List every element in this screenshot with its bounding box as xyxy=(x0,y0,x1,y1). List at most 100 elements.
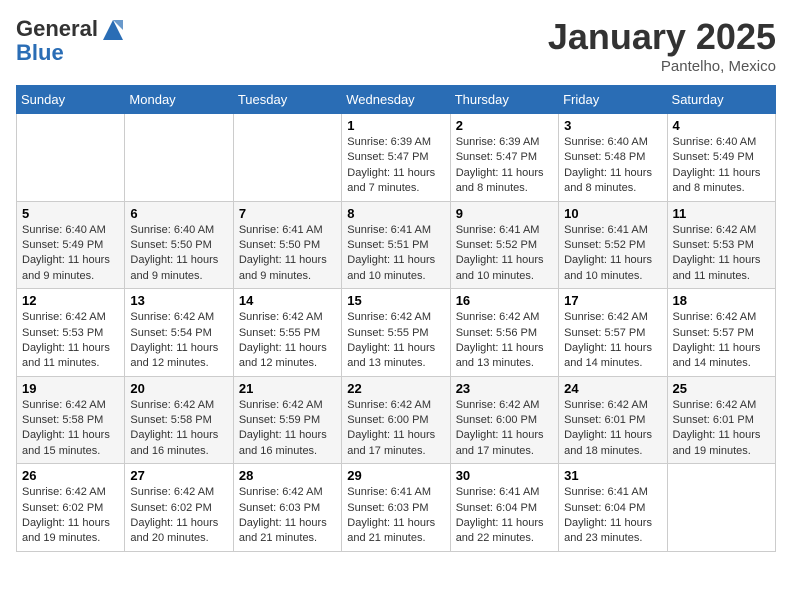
day-info: Sunrise: 6:40 AMSunset: 5:49 PMDaylight:… xyxy=(22,223,119,285)
calendar-cell: 3 Sunrise: 6:40 AMSunset: 5:48 PMDaylight… xyxy=(559,114,667,202)
day-info: Sunrise: 6:41 AMSunset: 5:52 PMDaylight:… xyxy=(456,223,553,285)
col-header-tuesday: Tuesday xyxy=(233,86,341,114)
col-header-saturday: Saturday xyxy=(667,86,775,114)
day-info: Sunrise: 6:42 AMSunset: 5:58 PMDaylight:… xyxy=(130,398,227,460)
calendar-cell xyxy=(125,114,233,202)
day-number: 26 xyxy=(22,468,119,483)
calendar-cell: 12 Sunrise: 6:42 AMSunset: 5:53 PMDayligh… xyxy=(17,289,125,377)
day-info: Sunrise: 6:42 AMSunset: 5:55 PMDaylight:… xyxy=(239,310,336,372)
calendar-cell: 15 Sunrise: 6:42 AMSunset: 5:55 PMDayligh… xyxy=(342,289,450,377)
calendar-cell: 17Sunrise: 6:42 AMSunset: 5:57 PMDayligh… xyxy=(559,289,667,377)
calendar-cell: 19Sunrise: 6:42 AMSunset: 5:58 PMDayligh… xyxy=(17,376,125,464)
day-number: 12 xyxy=(22,293,119,308)
calendar-cell: 4 Sunrise: 6:40 AMSunset: 5:49 PMDaylight… xyxy=(667,114,775,202)
day-number: 3 xyxy=(564,118,661,133)
day-number: 10 xyxy=(564,206,661,221)
day-number: 23 xyxy=(456,381,553,396)
calendar-cell: 18 Sunrise: 6:42 AMSunset: 5:57 PMDayligh… xyxy=(667,289,775,377)
calendar-cell: 22 Sunrise: 6:42 AMSunset: 6:00 PMDayligh… xyxy=(342,376,450,464)
calendar-week-row: 1 Sunrise: 6:39 AMSunset: 5:47 PMDaylight… xyxy=(17,114,776,202)
calendar-cell: 5Sunrise: 6:40 AMSunset: 5:49 PMDaylight… xyxy=(17,201,125,289)
title-block: January 2025 Pantelho, Mexico xyxy=(548,16,776,75)
month-title: January 2025 xyxy=(548,16,776,58)
day-number: 27 xyxy=(130,468,227,483)
day-info: Sunrise: 6:39 AMSunset: 5:47 PMDaylight:… xyxy=(456,135,553,197)
calendar-week-row: 19Sunrise: 6:42 AMSunset: 5:58 PMDayligh… xyxy=(17,376,776,464)
day-number: 28 xyxy=(239,468,336,483)
calendar-cell: 26 Sunrise: 6:42 AMSunset: 6:02 PMDayligh… xyxy=(17,464,125,552)
calendar-cell: 7Sunrise: 6:41 AMSunset: 5:50 PMDaylight… xyxy=(233,201,341,289)
day-number: 25 xyxy=(673,381,770,396)
day-info: Sunrise: 6:42 AMSunset: 6:00 PMDaylight:… xyxy=(456,398,553,460)
calendar-cell: 29 Sunrise: 6:41 AMSunset: 6:03 PMDayligh… xyxy=(342,464,450,552)
day-info: Sunrise: 6:40 AMSunset: 5:50 PMDaylight:… xyxy=(130,223,227,285)
calendar-cell xyxy=(667,464,775,552)
logo-general: General xyxy=(16,16,98,41)
day-info: Sunrise: 6:42 AMSunset: 5:53 PMDaylight:… xyxy=(22,310,119,372)
day-number: 31 xyxy=(564,468,661,483)
day-info: Sunrise: 6:39 AMSunset: 5:47 PMDaylight:… xyxy=(347,135,444,197)
day-info: Sunrise: 6:42 AMSunset: 5:59 PMDaylight:… xyxy=(239,398,336,460)
calendar-cell: 10 Sunrise: 6:41 AMSunset: 5:52 PMDayligh… xyxy=(559,201,667,289)
logo-icon xyxy=(99,16,127,44)
day-info: Sunrise: 6:41 AMSunset: 6:04 PMDaylight:… xyxy=(456,485,553,547)
day-number: 16 xyxy=(456,293,553,308)
day-info: Sunrise: 6:42 AMSunset: 5:53 PMDaylight:… xyxy=(673,223,770,285)
day-number: 9 xyxy=(456,206,553,221)
calendar-cell xyxy=(233,114,341,202)
calendar-cell: 21 Sunrise: 6:42 AMSunset: 5:59 PMDayligh… xyxy=(233,376,341,464)
day-info: Sunrise: 6:42 AMSunset: 5:58 PMDaylight:… xyxy=(22,398,119,460)
calendar-cell: 14 Sunrise: 6:42 AMSunset: 5:55 PMDayligh… xyxy=(233,289,341,377)
day-number: 1 xyxy=(347,118,444,133)
day-info: Sunrise: 6:42 AMSunset: 6:02 PMDaylight:… xyxy=(130,485,227,547)
calendar-cell: 20 Sunrise: 6:42 AMSunset: 5:58 PMDayligh… xyxy=(125,376,233,464)
day-number: 29 xyxy=(347,468,444,483)
calendar-cell: 24Sunrise: 6:42 AMSunset: 6:01 PMDayligh… xyxy=(559,376,667,464)
calendar-cell: 9 Sunrise: 6:41 AMSunset: 5:52 PMDaylight… xyxy=(450,201,558,289)
calendar-cell: 13 Sunrise: 6:42 AMSunset: 5:54 PMDayligh… xyxy=(125,289,233,377)
day-info: Sunrise: 6:42 AMSunset: 6:00 PMDaylight:… xyxy=(347,398,444,460)
day-info: Sunrise: 6:42 AMSunset: 5:57 PMDaylight:… xyxy=(564,310,661,372)
day-number: 24 xyxy=(564,381,661,396)
day-number: 22 xyxy=(347,381,444,396)
day-info: Sunrise: 6:40 AMSunset: 5:48 PMDaylight:… xyxy=(564,135,661,197)
day-number: 4 xyxy=(673,118,770,133)
day-info: Sunrise: 6:42 AMSunset: 5:57 PMDaylight:… xyxy=(673,310,770,372)
calendar-cell: 31 Sunrise: 6:41 AMSunset: 6:04 PMDayligh… xyxy=(559,464,667,552)
day-info: Sunrise: 6:42 AMSunset: 6:01 PMDaylight:… xyxy=(673,398,770,460)
day-info: Sunrise: 6:42 AMSunset: 6:03 PMDaylight:… xyxy=(239,485,336,547)
col-header-thursday: Thursday xyxy=(450,86,558,114)
logo: General Blue xyxy=(16,16,128,66)
day-number: 18 xyxy=(673,293,770,308)
calendar-cell: 25 Sunrise: 6:42 AMSunset: 6:01 PMDayligh… xyxy=(667,376,775,464)
calendar-cell: 8Sunrise: 6:41 AMSunset: 5:51 PMDaylight… xyxy=(342,201,450,289)
day-number: 15 xyxy=(347,293,444,308)
day-info: Sunrise: 6:41 AMSunset: 6:04 PMDaylight:… xyxy=(564,485,661,547)
day-number: 2 xyxy=(456,118,553,133)
calendar-cell: 2 Sunrise: 6:39 AMSunset: 5:47 PMDaylight… xyxy=(450,114,558,202)
calendar-week-row: 5Sunrise: 6:40 AMSunset: 5:49 PMDaylight… xyxy=(17,201,776,289)
calendar-header-row: SundayMondayTuesdayWednesdayThursdayFrid… xyxy=(17,86,776,114)
day-info: Sunrise: 6:41 AMSunset: 5:51 PMDaylight:… xyxy=(347,223,444,285)
day-info: Sunrise: 6:42 AMSunset: 6:02 PMDaylight:… xyxy=(22,485,119,547)
day-info: Sunrise: 6:41 AMSunset: 5:50 PMDaylight:… xyxy=(239,223,336,285)
day-info: Sunrise: 6:42 AMSunset: 5:54 PMDaylight:… xyxy=(130,310,227,372)
day-number: 13 xyxy=(130,293,227,308)
location: Pantelho, Mexico xyxy=(548,58,776,75)
calendar-cell: 28 Sunrise: 6:42 AMSunset: 6:03 PMDayligh… xyxy=(233,464,341,552)
calendar-cell: 30Sunrise: 6:41 AMSunset: 6:04 PMDayligh… xyxy=(450,464,558,552)
day-number: 11 xyxy=(673,206,770,221)
day-info: Sunrise: 6:41 AMSunset: 5:52 PMDaylight:… xyxy=(564,223,661,285)
calendar-week-row: 12 Sunrise: 6:42 AMSunset: 5:53 PMDayligh… xyxy=(17,289,776,377)
calendar-cell xyxy=(17,114,125,202)
col-header-sunday: Sunday xyxy=(17,86,125,114)
calendar-cell: 16Sunrise: 6:42 AMSunset: 5:56 PMDayligh… xyxy=(450,289,558,377)
day-number: 14 xyxy=(239,293,336,308)
calendar-cell: 6Sunrise: 6:40 AMSunset: 5:50 PMDaylight… xyxy=(125,201,233,289)
col-header-friday: Friday xyxy=(559,86,667,114)
day-number: 20 xyxy=(130,381,227,396)
day-info: Sunrise: 6:40 AMSunset: 5:49 PMDaylight:… xyxy=(673,135,770,197)
day-number: 21 xyxy=(239,381,336,396)
day-info: Sunrise: 6:42 AMSunset: 5:55 PMDaylight:… xyxy=(347,310,444,372)
day-info: Sunrise: 6:41 AMSunset: 6:03 PMDaylight:… xyxy=(347,485,444,547)
